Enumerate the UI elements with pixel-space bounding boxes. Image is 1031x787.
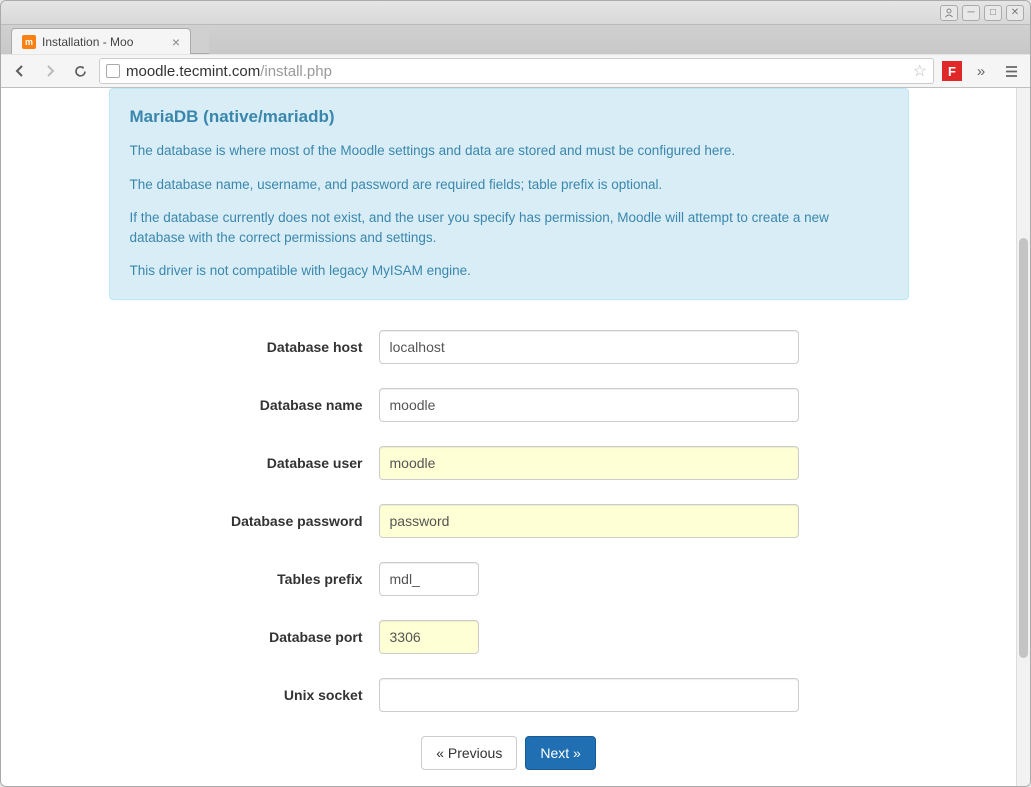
- field-db-port: Database port: [129, 620, 889, 654]
- window-close-button[interactable]: ✕: [1006, 5, 1024, 21]
- address-bar-row: moodle.tecmint.com/install.php ☆ F »: [1, 54, 1030, 88]
- nav-reload-button[interactable]: [69, 60, 91, 82]
- label-db-host: Database host: [129, 339, 379, 355]
- reload-icon: [73, 64, 88, 79]
- label-db-name: Database name: [129, 397, 379, 413]
- extensions-overflow-button[interactable]: »: [970, 60, 992, 82]
- input-db-user[interactable]: [379, 446, 799, 480]
- page-content: MariaDB (native/mariadb) The database is…: [1, 88, 1016, 786]
- tab-strip-spacer: [191, 28, 209, 54]
- input-db-password[interactable]: [379, 504, 799, 538]
- field-db-user: Database user: [129, 446, 889, 480]
- input-db-port[interactable]: [379, 620, 479, 654]
- browser-chrome: m Installation - Moo × moodle.tecmint.co…: [1, 25, 1030, 88]
- label-db-password: Database password: [129, 513, 379, 529]
- arrow-right-icon: [43, 64, 57, 78]
- field-db-password: Database password: [129, 504, 889, 538]
- label-tables-prefix: Tables prefix: [129, 571, 379, 587]
- tab-strip: m Installation - Moo ×: [1, 25, 1030, 54]
- window-frame: ─ □ ✕ m Installation - Moo ×: [0, 0, 1031, 787]
- page-icon: [106, 64, 120, 78]
- field-tables-prefix: Tables prefix: [129, 562, 889, 596]
- label-unix-socket: Unix socket: [129, 687, 379, 703]
- input-unix-socket[interactable]: [379, 678, 799, 712]
- input-db-name[interactable]: [379, 388, 799, 422]
- field-db-host: Database host: [129, 330, 889, 364]
- browser-tab[interactable]: m Installation - Moo ×: [11, 28, 191, 54]
- installer-content: MariaDB (native/mariadb) The database is…: [109, 88, 909, 770]
- flipboard-extension-icon[interactable]: F: [942, 61, 962, 81]
- vertical-scrollbar[interactable]: [1016, 88, 1030, 786]
- info-text: If the database currently does not exist…: [130, 208, 888, 247]
- page-viewport: MariaDB (native/mariadb) The database is…: [1, 88, 1030, 786]
- label-db-port: Database port: [129, 629, 379, 645]
- minimize-icon: ─: [967, 7, 974, 18]
- label-db-user: Database user: [129, 455, 379, 471]
- input-tables-prefix[interactable]: [379, 562, 479, 596]
- previous-button[interactable]: « Previous: [421, 736, 517, 770]
- input-db-host[interactable]: [379, 330, 799, 364]
- field-db-name: Database name: [129, 388, 889, 422]
- tab-title: Installation - Moo: [42, 35, 166, 49]
- window-maximize-button[interactable]: □: [984, 5, 1002, 21]
- info-text: The database is where most of the Moodle…: [130, 141, 888, 161]
- user-menu-button[interactable]: [940, 5, 958, 21]
- moodle-favicon-icon: m: [22, 35, 36, 49]
- info-text: The database name, username, and passwor…: [130, 175, 888, 195]
- url-domain: moodle.tecmint.com: [126, 63, 260, 80]
- field-unix-socket: Unix socket: [129, 678, 889, 712]
- user-icon: [944, 8, 954, 18]
- nav-forward-button[interactable]: [39, 60, 61, 82]
- nav-back-button[interactable]: [9, 60, 31, 82]
- tab-close-icon[interactable]: ×: [172, 34, 180, 50]
- info-panel: MariaDB (native/mariadb) The database is…: [109, 88, 909, 300]
- maximize-icon: □: [990, 7, 996, 18]
- bookmark-star-icon[interactable]: ☆: [913, 61, 927, 81]
- form-actions: « Previous Next »: [129, 736, 889, 770]
- next-button[interactable]: Next »: [525, 736, 595, 770]
- browser-menu-button[interactable]: [1000, 60, 1022, 82]
- window-titlebar: ─ □ ✕: [1, 1, 1030, 25]
- close-icon: ✕: [1011, 7, 1019, 18]
- hamburger-icon: [1004, 64, 1019, 79]
- scrollbar-thumb[interactable]: [1019, 238, 1028, 658]
- info-text: This driver is not compatible with legac…: [130, 261, 888, 281]
- omnibox[interactable]: moodle.tecmint.com/install.php ☆: [99, 58, 934, 84]
- window-minimize-button[interactable]: ─: [962, 5, 980, 21]
- info-panel-title: MariaDB (native/mariadb): [130, 107, 888, 127]
- url-text: moodle.tecmint.com/install.php: [126, 63, 332, 80]
- arrow-left-icon: [13, 64, 27, 78]
- db-settings-form: Database host Database name Database use…: [109, 330, 909, 770]
- url-path: /install.php: [260, 63, 332, 80]
